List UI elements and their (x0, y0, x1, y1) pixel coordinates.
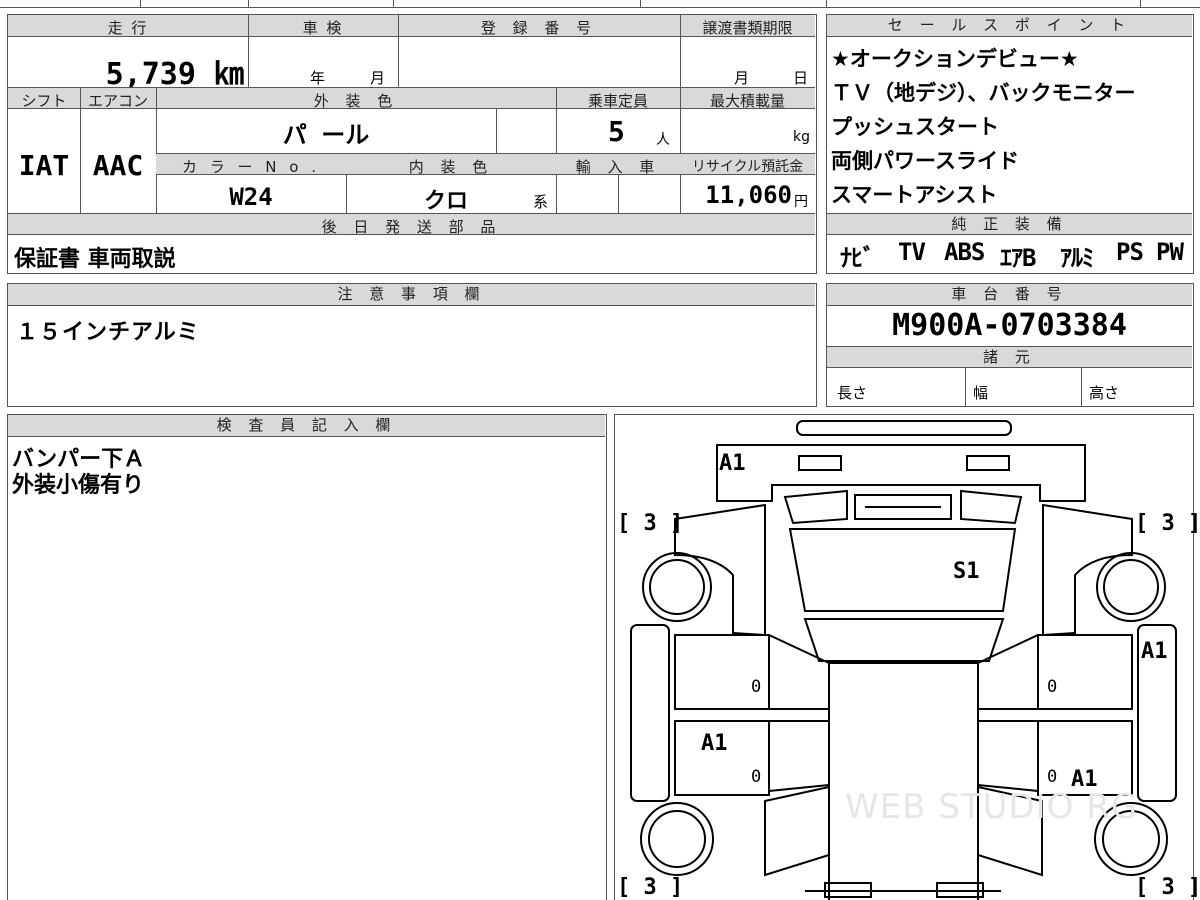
damage-mark-hood: S1 (953, 559, 980, 584)
later-parts-value: 保証書 車両取説 (14, 247, 176, 272)
shift-value: IAT (18, 149, 70, 182)
registration-label: 登 録 番 号 (480, 19, 598, 37)
transfer-month: 月 (734, 69, 750, 87)
interior-suffix: 系 (533, 193, 549, 211)
max-load-label: 最大積載量 (709, 92, 785, 110)
recycle-fee-value: 11,060 (705, 181, 792, 209)
inspector-header: 検 査 員 記 入 欄 (8, 415, 605, 437)
equip-abs: ABS (944, 238, 985, 266)
exterior-color-value: パ ール (282, 121, 370, 149)
specs-header: 諸 元 (827, 346, 1192, 368)
recycle-unit: 円 (794, 194, 808, 210)
inspector-box: 検 査 員 記 入 欄 バンパー下Ａ 外装小傷有り (7, 414, 607, 900)
vehicle-info-grid: 走 行 車 検 登 録 番 号 譲渡書類期限 5,739 ㎞ 年 月 月 日 シ… (7, 14, 817, 274)
equip-airbag: ｴｱB (1000, 244, 1036, 272)
tread-left-front: [ 3 ] (617, 511, 684, 536)
sales-point-3: プッシュスタート (831, 115, 999, 139)
zero-left-front-door: 0 (751, 677, 762, 697)
tread-right-front: [ 3 ] (1135, 511, 1200, 536)
damage-mark-right-sill: A1 (1141, 639, 1168, 664)
sales-point-1: ★オークションデビュー★ (831, 47, 1079, 71)
equipment-header: 純 正 装 備 (827, 213, 1192, 235)
inspection-label: 車 検 (302, 19, 344, 37)
notes-header: 注 意 事 項 欄 (8, 284, 815, 306)
capacity-value: 5 (608, 115, 625, 148)
chassis-number: M900A-0703384 (892, 308, 1127, 343)
recycle-label: リサイクル預託金 (691, 159, 804, 175)
width-label: 幅 (973, 384, 989, 402)
chassis-box: 車 台 番 号 M900A-0703384 諸 元 長さ 幅 高さ (826, 283, 1194, 407)
zero-right-front-door: 0 (1047, 677, 1058, 697)
interior-color-value: クロ (423, 189, 468, 214)
import-label: 輸 入 車 (575, 158, 661, 176)
tread-right-rear: [ 3 ] (1135, 875, 1200, 900)
sales-points-header: セ ー ル ス ポ イ ン ト (827, 15, 1192, 37)
sales-point-5: スマートアシスト (831, 183, 998, 207)
notes-text: １５インチアルミ (16, 320, 200, 345)
height-label: 高さ (1089, 384, 1120, 402)
exterior-color-label: 外 装 色 (313, 92, 399, 110)
watermark: WEB STUDIO RG (845, 787, 1139, 827)
car-diagram-box: WEB STUDIO RG A1 S1 A1 A1 A1 [ 3 ] [ 3 ]… (614, 414, 1200, 900)
inspection-year: 年 (310, 69, 326, 87)
aircon-value: AAC (92, 149, 144, 182)
mileage-label: 走 行 (107, 19, 149, 37)
transfer-deadline-label: 譲渡書類期限 (702, 19, 793, 37)
capacity-label: 乗車定員 (587, 92, 648, 110)
damage-mark-right-rear-door: A1 (1071, 767, 1098, 792)
later-parts-label: 後 日 発 送 部 品 (321, 218, 502, 236)
notes-box: 注 意 事 項 欄 １５インチアルミ (7, 283, 817, 407)
capacity-unit: 人 (656, 132, 670, 148)
tread-left-rear: [ 3 ] (617, 875, 684, 900)
zero-left-rear-door: 0 (751, 767, 762, 787)
equip-alloy: ｱﾙﾐ (1060, 244, 1094, 272)
equip-pw: PW (1156, 238, 1184, 266)
car-body-diagram (630, 420, 1177, 900)
color-no-label: カ ラ ー N o . (181, 158, 320, 176)
transfer-day: 日 (793, 69, 809, 87)
sales-points-box: セ ー ル ス ポ イ ン ト ★オークションデビュー★ ＴＶ（地デジ）、バック… (826, 14, 1194, 274)
damage-mark-front-bumper: A1 (719, 451, 746, 476)
aircon-label: エアコン (87, 92, 148, 110)
equip-tv: TV (898, 238, 926, 266)
top-partial-strip (0, 0, 1200, 8)
zero-right-rear-door: 0 (1047, 767, 1058, 787)
interior-color-label: 内 装 色 (408, 158, 494, 176)
equip-ps: PS (1116, 238, 1144, 266)
sales-point-2: ＴＶ（地デジ）、バックモニター (831, 81, 1136, 105)
inspector-line-2: 外装小傷有り (12, 473, 145, 498)
sales-point-4: 両側パワースライド (831, 149, 1019, 173)
equip-navi: ﾅﾋﾞ (840, 244, 875, 272)
inspection-month: 月 (370, 69, 386, 87)
damage-mark-left-rear-door: A1 (701, 731, 728, 756)
color-no-value: W24 (229, 183, 273, 211)
max-load-unit: kg (793, 129, 810, 145)
length-label: 長さ (837, 384, 868, 402)
shift-label: シフト (21, 92, 67, 110)
chassis-header: 車 台 番 号 (827, 284, 1192, 306)
